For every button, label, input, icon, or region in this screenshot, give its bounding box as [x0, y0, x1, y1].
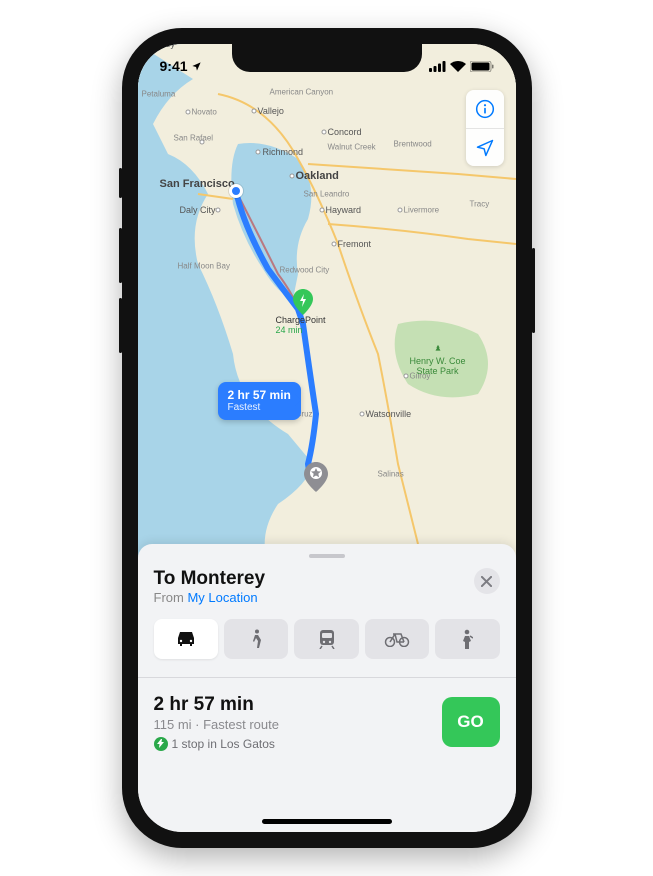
locate-button[interactable] — [466, 128, 504, 166]
label-daly-city: Daly City — [180, 205, 216, 215]
dot-livermore — [397, 208, 402, 213]
dot-hayward — [319, 208, 324, 213]
location-arrow-icon — [475, 138, 495, 158]
dot-daly-city — [215, 208, 220, 213]
dot-oakland — [289, 174, 294, 179]
label-richmond: Richmond — [263, 147, 304, 157]
home-indicator[interactable] — [262, 819, 392, 824]
label-watsonville: Watsonville — [366, 409, 412, 419]
transit-icon — [318, 629, 336, 649]
label-novato: Novato — [192, 108, 217, 117]
label-redwood-city: Redwood City — [280, 266, 330, 275]
battery-icon — [470, 61, 494, 72]
label-vallejo: Vallejo — [258, 106, 284, 116]
info-icon — [475, 99, 495, 119]
label-salinas: Salinas — [378, 470, 404, 479]
car-icon — [174, 630, 198, 648]
wifi-icon — [450, 61, 466, 72]
label-san-rafael: San Rafael — [174, 134, 214, 143]
route-callout-time: 2 hr 57 min — [228, 388, 291, 402]
charge-pin[interactable] — [293, 289, 313, 315]
dot-vallejo — [251, 109, 256, 114]
close-button[interactable] — [474, 568, 500, 594]
go-button[interactable]: GO — [442, 697, 500, 747]
label-oakland: Oakland — [296, 170, 339, 182]
mode-walk[interactable] — [224, 619, 288, 659]
charge-callout: ChargePoint 24 min — [276, 316, 326, 336]
dot-novato — [185, 110, 190, 115]
close-icon — [481, 576, 492, 587]
route-callout-label: Fastest — [228, 402, 291, 414]
label-american-canyon: American Canyon — [270, 88, 334, 97]
screen: 9:41 — [138, 44, 516, 832]
status-time: 9:41 — [160, 58, 188, 74]
bicycle-icon — [384, 631, 410, 647]
ev-bolt-icon — [154, 737, 168, 751]
label-livermore: Livermore — [404, 206, 440, 215]
mode-cycle[interactable] — [365, 619, 429, 659]
volume-up-button — [119, 228, 122, 283]
label-san-leandro: San Leandro — [304, 190, 350, 199]
transport-mode-row — [154, 619, 500, 659]
cellular-signal-icon — [429, 61, 446, 72]
walk-icon — [249, 629, 263, 649]
mode-drive[interactable] — [154, 619, 218, 659]
label-petaluma: Petaluma — [142, 90, 176, 99]
mode-transit[interactable] — [294, 619, 358, 659]
destination-from: From My Location — [154, 590, 266, 605]
route-stop: 1 stop in Los Gatos — [154, 737, 279, 751]
rideshare-icon — [461, 629, 473, 649]
dot-fremont — [331, 242, 336, 247]
directions-sheet[interactable]: To Monterey From My Location — [138, 544, 516, 832]
map-controls — [466, 90, 504, 166]
power-button — [532, 248, 535, 333]
map-view[interactable]: Petaluma Novato Vallejo American Canyon … — [138, 44, 516, 564]
dot-concord — [321, 130, 326, 135]
info-button[interactable] — [466, 90, 504, 128]
label-concord: Concord — [328, 127, 362, 137]
label-hayward: Hayward — [326, 205, 362, 215]
notch — [232, 44, 422, 72]
label-half-moon-bay: Half Moon Bay — [178, 262, 230, 271]
route-subtitle: 115 mi · Fastest route — [154, 717, 279, 732]
dot-gilroy — [403, 374, 408, 379]
route-callout[interactable]: 2 hr 57 min Fastest — [218, 382, 301, 420]
destination-title: To Monterey — [154, 568, 266, 590]
label-fremont: Fremont — [338, 239, 372, 249]
route-time: 2 hr 57 min — [154, 694, 279, 716]
label-tracy: Tracy — [470, 200, 490, 209]
silence-switch — [119, 168, 122, 198]
phone-frame: 9:41 — [122, 28, 532, 848]
label-san-francisco: San Francisco — [160, 178, 235, 190]
volume-down-button — [119, 298, 122, 353]
label-brentwood: Brentwood — [394, 140, 432, 149]
label-walnut-creek: Walnut Creek — [328, 143, 376, 152]
sheet-grabber[interactable] — [309, 554, 345, 558]
location-indicator-icon — [191, 61, 202, 72]
tree-icon — [433, 344, 443, 354]
start-pin[interactable] — [229, 184, 243, 198]
mode-rideshare[interactable] — [435, 619, 499, 659]
dot-watsonville — [359, 412, 364, 417]
route-info: 2 hr 57 min 115 mi · Fastest route 1 sto… — [154, 678, 500, 751]
dot-richmond — [255, 150, 260, 155]
from-link[interactable]: My Location — [187, 590, 257, 605]
destination-pin[interactable] — [304, 462, 328, 492]
label-henry-coe-park: Henry W. Coe State Park — [410, 344, 466, 377]
